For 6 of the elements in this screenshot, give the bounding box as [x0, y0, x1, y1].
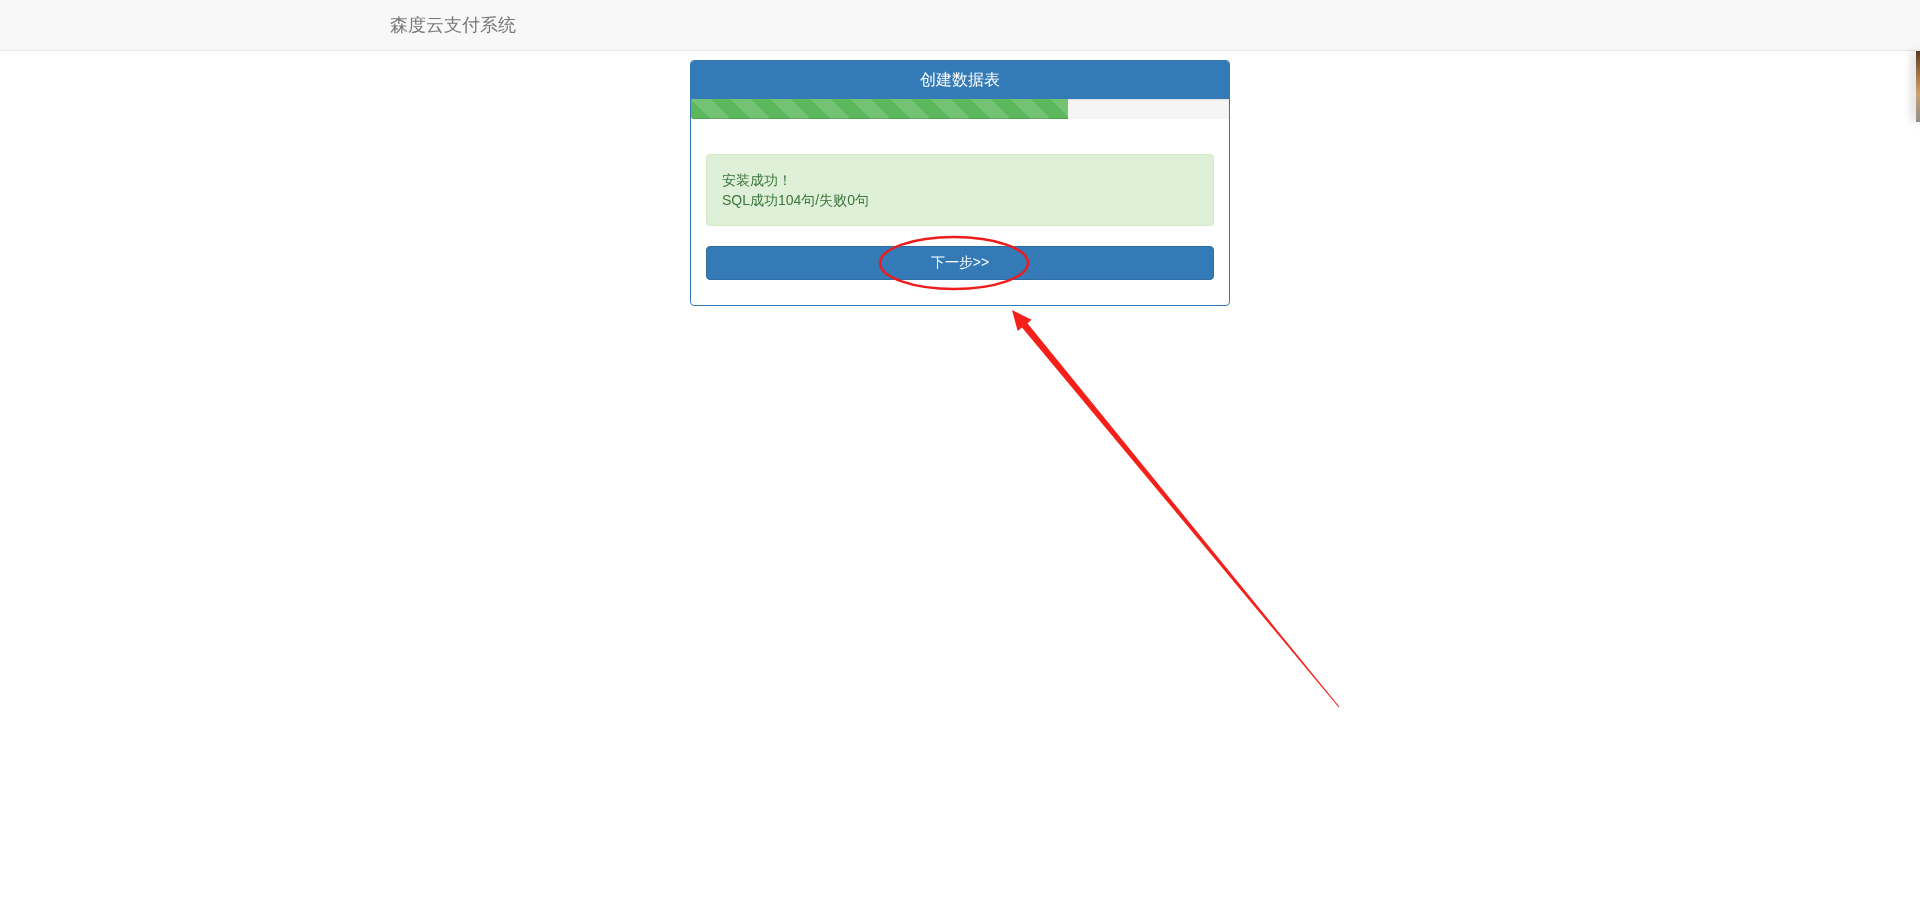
- alert-text: 安装成功！: [722, 171, 793, 190]
- photo-placeholder: [1916, 51, 1920, 122]
- panel-title: 创建数据表: [920, 70, 1000, 90]
- brand-title[interactable]: 森度云支付系统: [390, 15, 516, 35]
- next-step-button[interactable]: 下一步>>: [706, 246, 1214, 280]
- alert-text: SQL成功104句/失败0句: [722, 191, 871, 210]
